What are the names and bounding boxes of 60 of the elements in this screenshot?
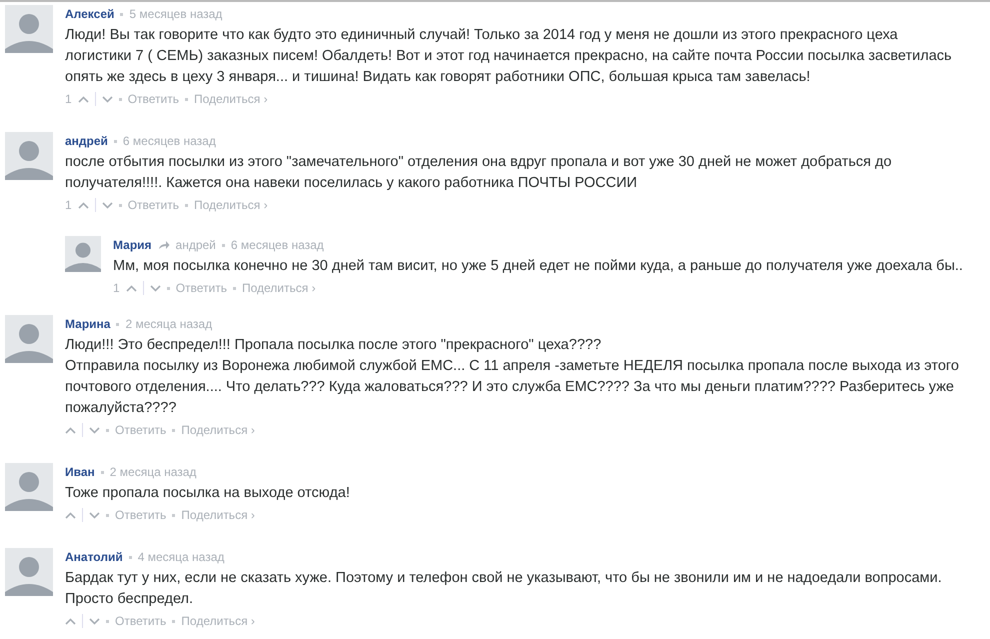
reply-link[interactable]: Ответить	[176, 281, 227, 295]
comment-text: Отправила посылку из Воронежа любимой службой ЕМС... С 11 апреля -заметьте НЕДЕЛЯ посылка пропала после выхода из этого	[65, 357, 959, 376]
reply-to-name[interactable]: андрей	[176, 238, 216, 252]
comment-time[interactable]: 2 месяца назад	[110, 465, 196, 479]
comment-time[interactable]: 6 месяцев назад	[122, 134, 216, 148]
comment-text: Мм, моя посылка конечно не 30 дней там висит, но уже 5 дней едет не пойми куда, а раньше до получателя уже доехала бы..	[113, 257, 963, 276]
comment-time[interactable]: 4 месяца назад	[138, 550, 224, 564]
comment-text: получателя!!!!. Кажется она навеки поселилась у какого работника ПОЧТЫ РОССИИ	[65, 174, 638, 193]
upvote-icon[interactable]	[78, 202, 89, 208]
avatar-icon	[5, 132, 53, 180]
avatar-icon	[5, 315, 53, 363]
upvote-icon[interactable]	[65, 426, 76, 434]
share-link[interactable]: Поделиться ›	[194, 198, 268, 212]
share-link[interactable]: Поделиться ›	[181, 614, 255, 628]
comment-text: пожалуйста????	[65, 399, 178, 418]
comment-text: Просто беспредел.	[65, 590, 194, 609]
author-name[interactable]: Марина	[65, 317, 110, 331]
author-name[interactable]: Иван	[65, 465, 95, 479]
author-name[interactable]: Мария	[113, 238, 152, 252]
comment-text: почтового отделения.... Что делать??? Куда жаловаться??? И это служба ЕМС???? За что мы деньги платим???? Разберитесь уже	[65, 378, 955, 397]
comment-time[interactable]: 2 месяца назад	[125, 317, 212, 331]
share-link[interactable]: Поделиться ›	[181, 423, 255, 437]
share-link[interactable]: Поделиться ›	[194, 92, 268, 106]
author-name[interactable]: андрей	[65, 134, 108, 148]
comment-text: опять же здесь в цеху 3 января... и тишина! Видать как говорят работники ОПС, большая крыса там завелась!	[65, 68, 812, 87]
author-name[interactable]: Алексей	[65, 7, 114, 21]
upvote-icon[interactable]	[65, 512, 76, 518]
reply-link[interactable]: Ответить	[128, 198, 179, 212]
comment-text: Тоже пропала посылка на выходе отсюда!	[65, 484, 350, 503]
downvote-icon[interactable]	[102, 96, 113, 102]
reply-link[interactable]: Ответить	[115, 508, 166, 522]
comment-text: Люди!!! Это беспредел!!! Пропала посылка после этого "прекрасного" цеха????	[65, 336, 602, 355]
reply-link[interactable]: Ответить	[115, 423, 166, 437]
reply-arrow-icon	[158, 240, 170, 250]
downvote-icon[interactable]	[150, 284, 161, 292]
downvote-icon[interactable]	[102, 202, 113, 208]
comment-text: логистики 7 ( СЕМЬ) заказных писем! Обалдеть! Вот и этот год начинается прекрасно, на сайте почта России посылка засветилась	[65, 47, 952, 66]
upvote-icon[interactable]	[126, 284, 137, 292]
upvote-icon[interactable]	[65, 618, 76, 624]
comment-text: Бардак тут у них, если не сказать хуже. Поэтому и телефон свой не указывают, что бы не звонили им и не надоедали вопросами.	[65, 569, 942, 588]
author-name[interactable]: Анатолий	[65, 550, 123, 564]
avatar-icon	[5, 463, 53, 511]
share-link[interactable]: Поделиться ›	[181, 508, 255, 522]
downvote-icon[interactable]	[89, 618, 100, 624]
avatar-icon	[5, 5, 53, 53]
comment-text: после отбытия посылки из этого "замечательного" отделения она вдруг пропала и вот уже 30 дней не может добраться до	[65, 153, 892, 172]
comment-time[interactable]: 6 месяцев назад	[230, 238, 324, 252]
reply-link[interactable]: Ответить	[128, 92, 179, 106]
vote-count: 1	[65, 198, 72, 212]
vote-count: 1	[65, 92, 72, 106]
upvote-icon[interactable]	[78, 96, 89, 102]
avatar-icon	[65, 236, 101, 272]
downvote-icon[interactable]	[89, 426, 100, 434]
comment-text: Люди! Вы так говорите что как будто это единичный случай! Только за 2014 год у меня не дошли из этого прекрасного цеха	[65, 26, 899, 45]
share-link[interactable]: Поделиться ›	[242, 281, 316, 295]
avatar-icon	[5, 548, 53, 596]
downvote-icon[interactable]	[89, 512, 100, 518]
comment-time[interactable]: 5 месяцев назад	[129, 7, 222, 21]
vote-count: 1	[113, 281, 120, 295]
reply-link[interactable]: Ответить	[115, 614, 166, 628]
